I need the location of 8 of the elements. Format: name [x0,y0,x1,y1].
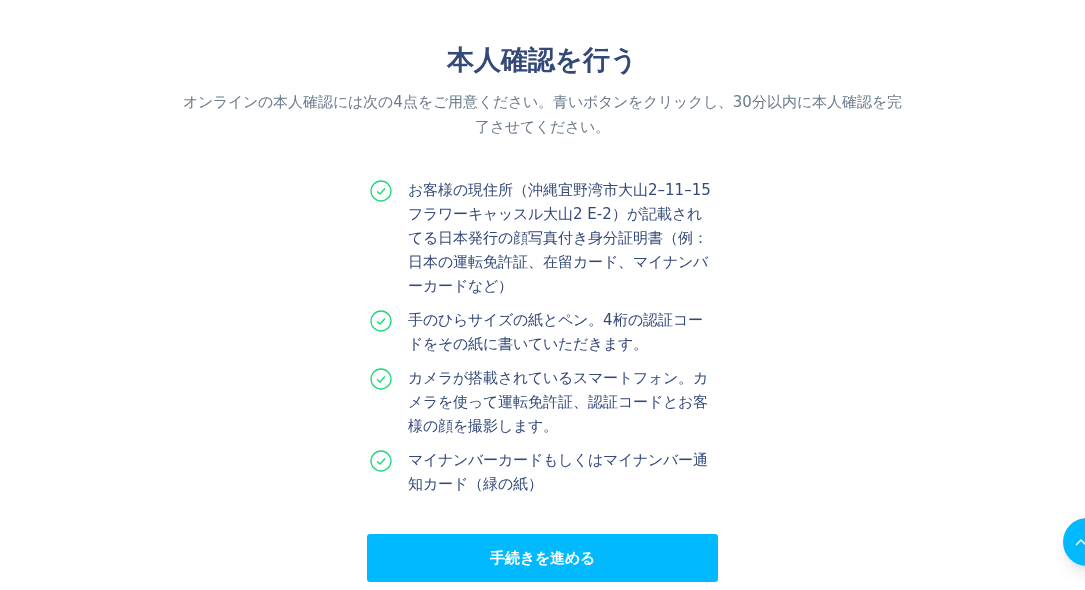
requirement-text: カメラが搭載されているスマートフォン。カメラを使って運転免許証、認証コードとお客様の顔を撮影します。 [408,368,709,437]
page-title: 本人確認を行う [447,43,638,77]
requirement-text: お客様の現住所（沖縄宜野湾市大山2–11–15 フラワーキャッスル大山2 E-2）が記載されてる日本発行の顔写真付き身分証明書（例：日本の運転免許証、在留カード、マイナンバーカードなど） [408,180,712,297]
requirement-text: マイナンバーカードもしくはマイナンバー通知カード（緑の紙） [408,450,709,495]
proceed-button[interactable]: 手続きを進める [367,534,718,582]
requirement-text: 手のひらサイズの紙とペン。4桁の認証コードをその紙に書いていただきます。 [408,310,704,355]
caret-up-icon [1075,538,1085,546]
description: オンラインの本人確認には次の4点をご用意ください。青いボタンをクリックし、30分以内に本人確認を完了させてください。 [182,92,903,138]
